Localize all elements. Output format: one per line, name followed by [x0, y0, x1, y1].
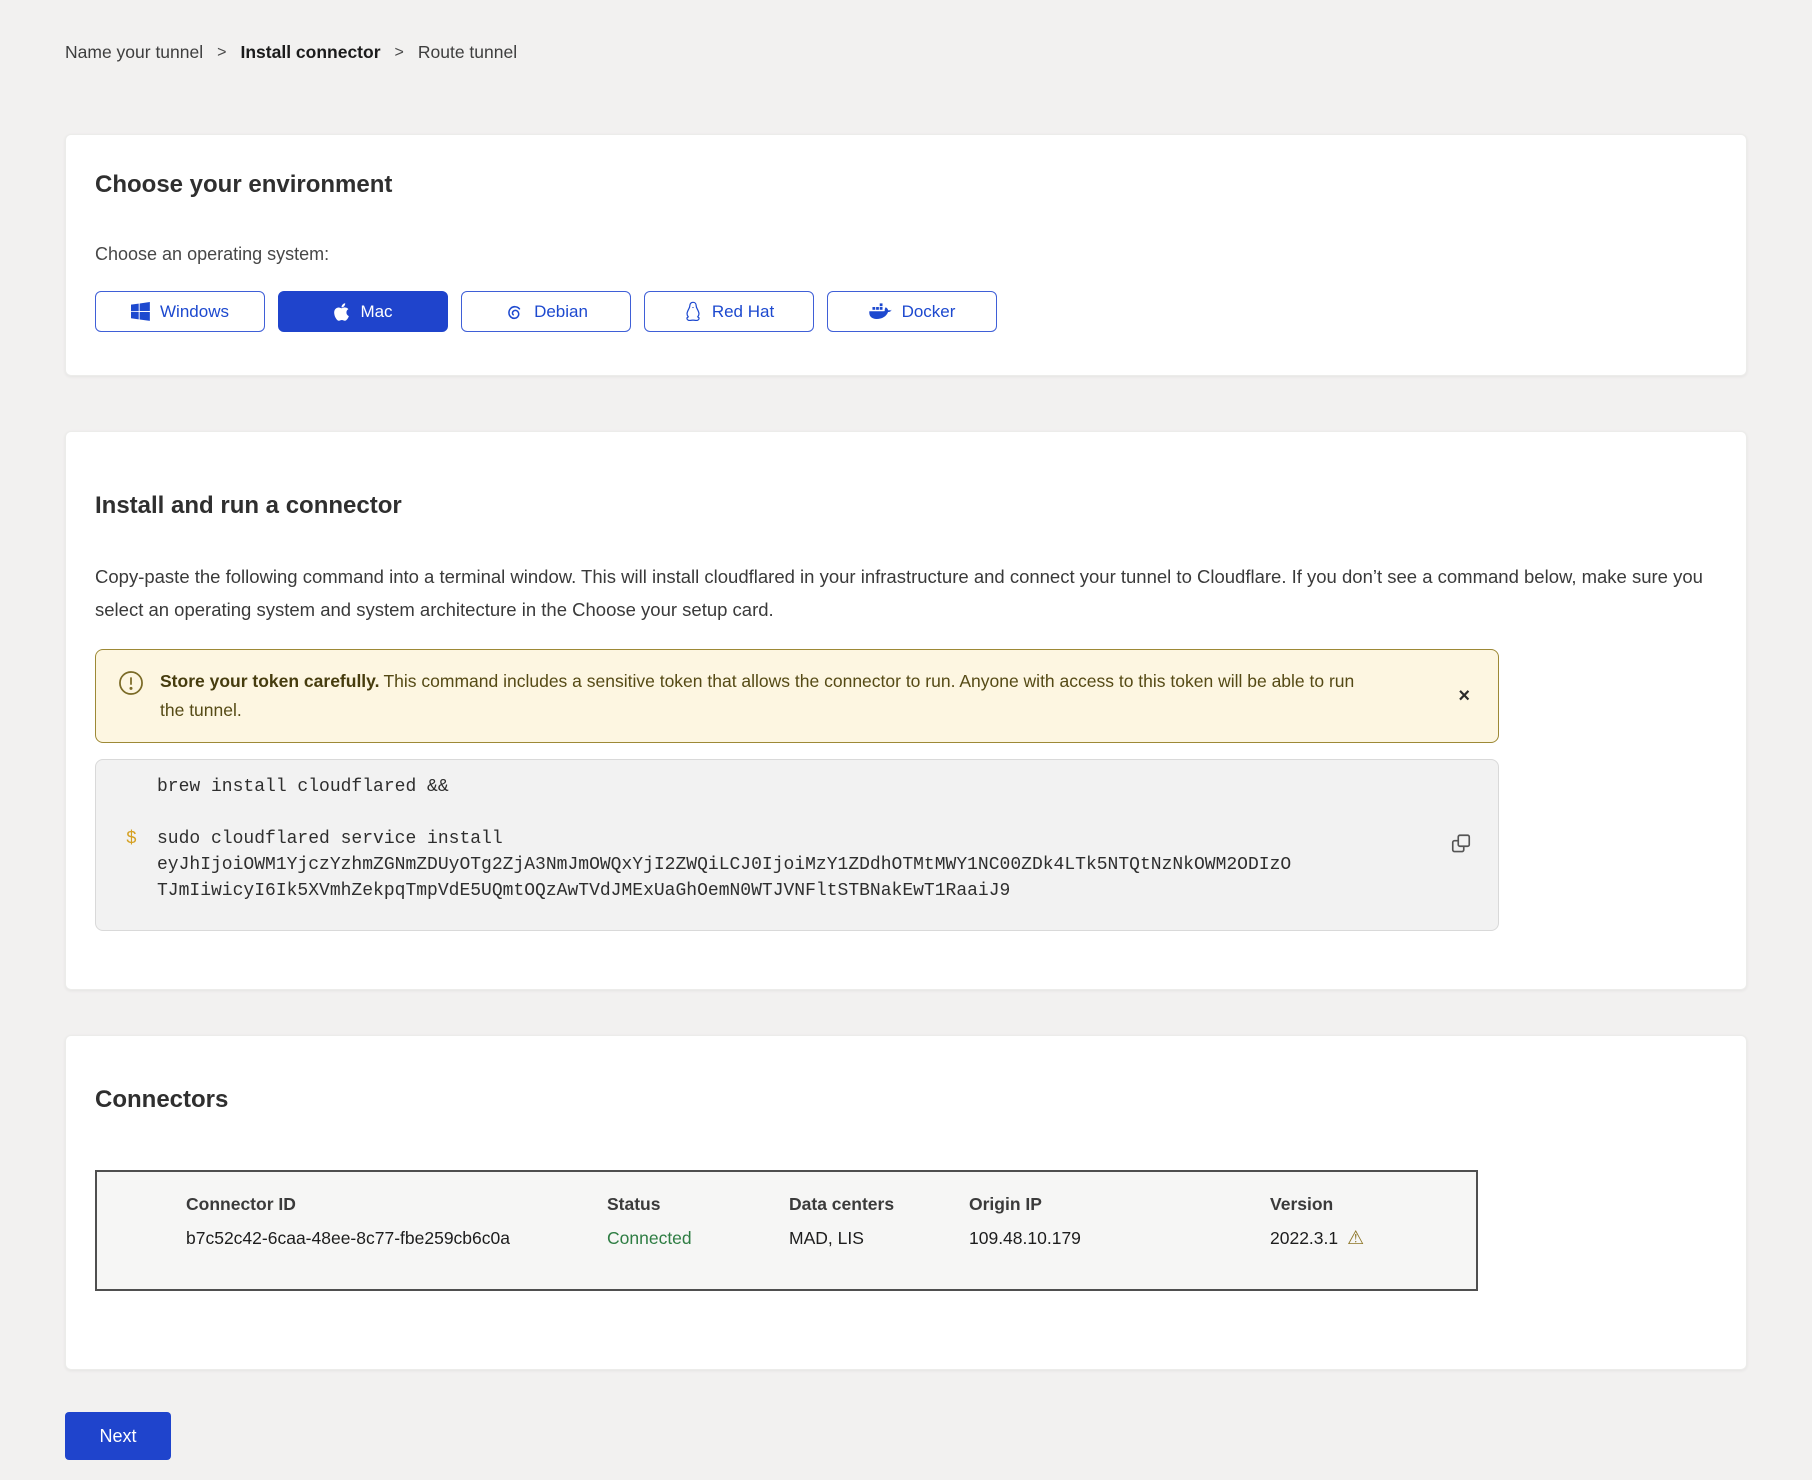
data-centers-value: MAD, LIS	[789, 1228, 969, 1249]
column-header-version: Version	[1270, 1194, 1476, 1215]
breadcrumb-name-your-tunnel[interactable]: Name your tunnel	[65, 42, 203, 63]
breadcrumb: Name your tunnel > Install connector > R…	[65, 42, 1747, 63]
token-warning-banner: Store your token carefully.This command …	[95, 649, 1499, 743]
code-line-install: $ sudo cloudflared service install eyJhI…	[126, 826, 1468, 904]
connectors-table: Connector ID Status Data centers Origin …	[95, 1170, 1478, 1291]
breadcrumb-install-connector[interactable]: Install connector	[240, 42, 380, 63]
column-header-status: Status	[607, 1194, 789, 1215]
windows-logo-icon	[131, 302, 150, 321]
os-button-label: Red Hat	[712, 302, 774, 322]
version-number: 2022.3.1	[1270, 1228, 1338, 1249]
os-button-label: Windows	[160, 302, 229, 322]
command-code-block: brew install cloudflared && $ sudo cloud…	[95, 759, 1499, 931]
column-header-origin-ip: Origin IP	[969, 1194, 1270, 1215]
apple-logo-icon	[333, 302, 350, 322]
os-button-mac[interactable]: Mac	[278, 291, 448, 332]
os-button-group: Windows Mac Debian Red Hat	[95, 291, 1717, 332]
os-button-label: Mac	[360, 302, 392, 322]
install-connector-card: Install and run a connector Copy-paste t…	[65, 431, 1747, 990]
breadcrumb-separator: >	[395, 44, 404, 62]
tux-penguin-icon	[684, 301, 702, 322]
code-blank-line	[126, 800, 1468, 826]
environment-card-title: Choose your environment	[95, 171, 1717, 199]
os-button-label: Debian	[534, 302, 588, 322]
connectors-card-title: Connectors	[95, 1086, 1717, 1114]
tunnel-setup-page: Name your tunnel > Install connector > R…	[0, 0, 1812, 1460]
warning-triangle-icon[interactable]: ⚠	[1347, 1229, 1364, 1248]
choose-environment-card: Choose your environment Choose an operat…	[65, 134, 1747, 376]
alert-circle-icon	[118, 670, 144, 701]
os-button-debian[interactable]: Debian	[461, 291, 631, 332]
code-line-brew: brew install cloudflared &&	[126, 774, 1468, 800]
code-text: brew install cloudflared &&	[157, 774, 1297, 800]
os-select-label: Choose an operating system:	[95, 244, 1717, 265]
debian-swirl-icon	[504, 302, 524, 322]
code-gutter	[126, 774, 157, 800]
shell-prompt: $	[126, 826, 157, 904]
column-header-connector-id: Connector ID	[186, 1194, 607, 1215]
warning-title: Store your token carefully.	[160, 671, 379, 691]
column-header-data-centers: Data centers	[789, 1194, 969, 1215]
next-button[interactable]: Next	[65, 1412, 171, 1460]
breadcrumb-route-tunnel[interactable]: Route tunnel	[418, 42, 517, 63]
connector-id-value: b7c52c42-6caa-48ee-8c77-fbe259cb6c0a	[186, 1228, 607, 1249]
status-badge: Connected	[607, 1228, 789, 1249]
install-card-title: Install and run a connector	[95, 492, 1717, 520]
os-button-label: Docker	[902, 302, 956, 322]
warning-message: Store your token carefully.This command …	[160, 667, 1380, 725]
install-description: Copy-paste the following command into a …	[95, 560, 1717, 626]
connectors-card: Connectors Connector ID Status Data cent…	[65, 1035, 1747, 1370]
os-button-windows[interactable]: Windows	[95, 291, 265, 332]
code-text: sudo cloudflared service install eyJhIjo…	[157, 826, 1297, 904]
version-value: 2022.3.1 ⚠	[1270, 1228, 1476, 1249]
copy-icon[interactable]	[1446, 829, 1476, 862]
breadcrumb-separator: >	[217, 44, 226, 62]
origin-ip-value: 109.48.10.179	[969, 1228, 1270, 1249]
os-button-redhat[interactable]: Red Hat	[644, 291, 814, 332]
docker-whale-icon	[869, 303, 892, 321]
os-button-docker[interactable]: Docker	[827, 291, 997, 332]
close-icon[interactable]: ×	[1452, 682, 1476, 710]
